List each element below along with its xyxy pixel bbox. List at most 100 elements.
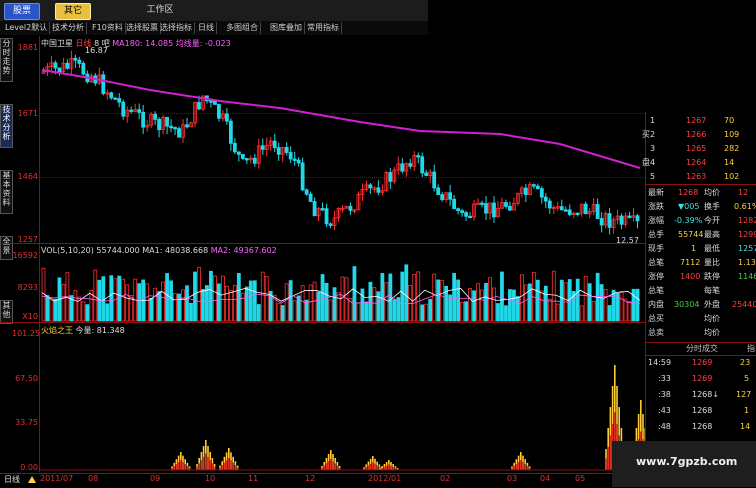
- candle-body: [368, 184, 373, 189]
- vol-axis-mid: 8293: [17, 283, 38, 292]
- volume-bar: [232, 284, 237, 322]
- volume-bar: [360, 288, 365, 322]
- menu-select-stock[interactable]: 选择股票: [124, 22, 161, 34]
- candle-body: [77, 59, 82, 64]
- candle-body: [57, 67, 62, 73]
- flame-bar-core: [524, 464, 526, 470]
- candle-body: [101, 74, 106, 94]
- menu-daily[interactable]: 日线: [196, 22, 217, 34]
- candle-body: [324, 208, 329, 225]
- flame-bar-core: [513, 466, 515, 470]
- candle-body: [460, 210, 464, 213]
- flame-bar-core: [180, 460, 182, 470]
- quote-row: 现手 1 最低 1257: [646, 242, 756, 256]
- volume-bar: [520, 274, 524, 322]
- candle-body: [236, 151, 241, 155]
- candle-body: [464, 212, 468, 217]
- volume-bar: [631, 288, 636, 322]
- volume-bar: [256, 304, 261, 322]
- flame-bar-core: [184, 464, 186, 470]
- candle-body: [595, 204, 600, 219]
- tab-stocks[interactable]: 股票: [4, 3, 40, 20]
- volume-bar: [181, 289, 185, 322]
- candle-body: [53, 62, 58, 69]
- tick-time: :33: [658, 374, 671, 383]
- volume-bar: [512, 289, 516, 322]
- candle-body: [121, 101, 126, 117]
- q-value: 1146: [738, 272, 756, 281]
- volume-bar: [575, 278, 580, 322]
- menu-f10[interactable]: F10资料: [90, 22, 126, 34]
- candle-body: [173, 127, 177, 130]
- candle-body: [627, 215, 632, 218]
- volume-bar: [260, 271, 265, 322]
- menu-common-indicators[interactable]: 常用指标: [305, 22, 342, 34]
- ob-vol: 282: [724, 144, 740, 153]
- volume-bar: [623, 298, 628, 322]
- date-tick-label: 08: [88, 474, 99, 483]
- candle-body: [296, 159, 301, 164]
- tick-vol: 1: [744, 406, 750, 415]
- menu-multi-chart[interactable]: 多图组合: [224, 22, 261, 34]
- volume-bar: [220, 275, 225, 322]
- volume-bar: [85, 304, 90, 322]
- volume-bar: [53, 298, 58, 322]
- candle-body: [420, 156, 425, 174]
- q-label: 最新: [648, 188, 664, 197]
- period-label[interactable]: 日线: [4, 474, 20, 485]
- tab-other[interactable]: 其它: [55, 3, 91, 20]
- ob-price: 1266: [686, 130, 707, 139]
- ob-price: 1263: [686, 172, 707, 181]
- flame-bar-core: [369, 463, 372, 470]
- q-label: 总笔: [648, 258, 664, 267]
- period-arrow-icon[interactable]: [28, 476, 36, 483]
- q-label: 外盘: [704, 300, 720, 309]
- menu-select-indicator[interactable]: 选择指标: [158, 22, 195, 34]
- volume-bar: [161, 281, 165, 322]
- watermark-text: www.7gpzb.com: [636, 455, 738, 468]
- orderbook-row: 5 1263 102: [646, 170, 756, 185]
- candle-body: [137, 109, 142, 113]
- candle-body: [240, 154, 245, 159]
- q-value: 55744: [678, 230, 704, 239]
- volume-bar: [336, 292, 341, 322]
- ob-level: 2: [650, 130, 656, 139]
- flame-bar-core: [223, 462, 226, 470]
- q-label: 今开: [704, 216, 720, 225]
- candle-body: [408, 163, 413, 167]
- volume-bar: [456, 279, 461, 322]
- candle-body: [272, 140, 277, 149]
- q-label: 最高: [704, 230, 720, 239]
- volume-bar: [240, 292, 245, 322]
- q-label: 总买: [648, 314, 664, 323]
- candle-body: [165, 117, 169, 127]
- candle-body: [252, 157, 257, 164]
- menu-level2[interactable]: Level2默认: [3, 22, 51, 34]
- candle-body: [320, 208, 325, 211]
- q-label: 现手: [648, 244, 664, 253]
- volume-bar: [472, 290, 476, 322]
- volume-bar: [523, 284, 528, 322]
- date-tick-label: 12: [305, 474, 316, 483]
- workspace-label[interactable]: 工作区: [140, 3, 180, 18]
- menu-overlay[interactable]: 图库叠加: [268, 22, 305, 34]
- candle-body: [73, 57, 78, 61]
- q-label: 内盘: [648, 300, 664, 309]
- q-label: 总卖: [648, 328, 664, 337]
- q-label: 总手: [648, 230, 664, 239]
- menu-tech-analysis[interactable]: 技术分析: [50, 22, 87, 34]
- flame-bar-core: [526, 466, 529, 470]
- volume-bar: [264, 276, 269, 322]
- volume-bar: [464, 301, 468, 322]
- volume-bar: [197, 266, 201, 322]
- volume-bar: [492, 287, 496, 322]
- tick-vol: 14: [740, 422, 751, 431]
- candle-body: [177, 128, 181, 138]
- flame-bar-core: [367, 465, 370, 470]
- candle-body: [559, 206, 564, 211]
- candle-body: [308, 193, 313, 202]
- orderbook-row: 盘 4 1264 14: [642, 156, 756, 170]
- flame-bar-core: [385, 465, 388, 470]
- flame-bar-core: [182, 462, 184, 470]
- ticks-header[interactable]: 分时成交 指: [646, 342, 756, 356]
